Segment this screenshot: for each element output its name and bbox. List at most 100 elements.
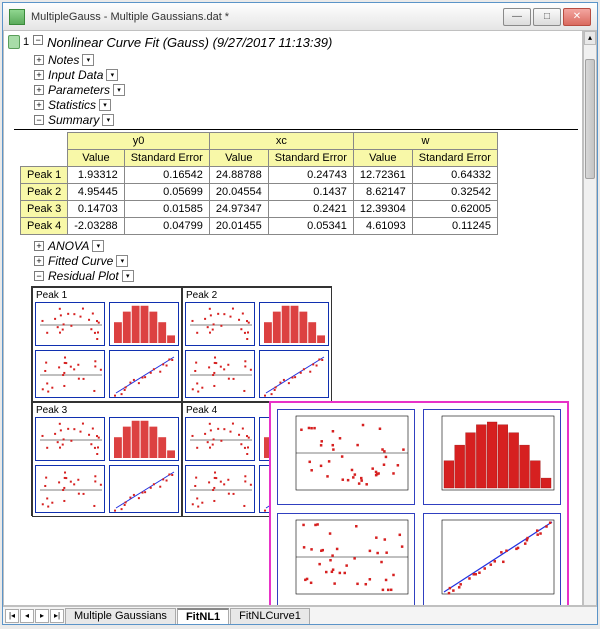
dropdown-icon[interactable]: ▾	[116, 255, 128, 267]
section-anova[interactable]: +ANOVA▾	[34, 239, 578, 253]
cell: 0.1437	[268, 184, 353, 201]
cell: 0.62005	[412, 201, 497, 218]
sheet-tab[interactable]: Multiple Gaussians	[65, 608, 176, 624]
tab-nav-first[interactable]: |◂	[5, 609, 19, 623]
cell: 20.01455	[209, 218, 268, 235]
vertical-scrollbar[interactable]: ▴	[583, 31, 597, 606]
enlarged-residual-panel[interactable]	[269, 401, 569, 606]
section-residual-plot[interactable]: −Residual Plot▾	[34, 269, 578, 283]
plot-title: Peak 3	[34, 404, 180, 417]
mini-plot	[259, 350, 329, 398]
table-row[interactable]: Peak 11.933120.1654224.887880.2474312.72…	[21, 167, 498, 184]
cell: 8.62147	[353, 184, 412, 201]
cell: 0.01585	[124, 201, 209, 218]
dropdown-icon[interactable]: ▾	[106, 69, 118, 81]
mini-plot	[35, 417, 105, 461]
cell: 24.88788	[209, 167, 268, 184]
sheet-tab[interactable]: FitNL1	[177, 608, 229, 624]
collapse-toggle[interactable]: −	[33, 35, 43, 45]
cell: 0.2421	[268, 201, 353, 218]
cell: 0.24743	[268, 167, 353, 184]
content-area: 1 − Nonlinear Curve Fit (Gauss) (9/27/20…	[3, 31, 583, 606]
plot-cell-peak3[interactable]: Peak 3	[32, 402, 182, 517]
mini-plot	[35, 302, 105, 346]
mini-plot	[259, 302, 329, 346]
expand-icon[interactable]: +	[34, 241, 44, 251]
cell: 0.14703	[68, 201, 124, 218]
window-title: MultipleGauss - Multiple Gaussians.dat *	[31, 11, 501, 23]
mini-plot	[109, 302, 179, 346]
scroll-thumb[interactable]	[585, 59, 595, 179]
lock-icon[interactable]	[8, 35, 20, 49]
result-index: 1	[23, 35, 29, 48]
col-group-y0: y0	[68, 133, 210, 150]
dropdown-icon[interactable]: ▾	[82, 54, 94, 66]
plot-title: Peak 1	[34, 289, 180, 302]
tab-nav-prev[interactable]: ◂	[20, 609, 34, 623]
cell: 24.97347	[209, 201, 268, 218]
summary-table: y0 xc w Value Standard Error Value Stand…	[20, 132, 578, 235]
section-input-data[interactable]: +Input Data▾	[34, 68, 578, 82]
titlebar[interactable]: MultipleGauss - Multiple Gaussians.dat *…	[3, 3, 597, 31]
enlarged-qq-plot	[423, 513, 561, 606]
cell: 4.61093	[353, 218, 412, 235]
dropdown-icon[interactable]: ▾	[99, 99, 111, 111]
enlarged-histogram	[423, 409, 561, 505]
plot-cell-peak1[interactable]: Peak 1	[32, 287, 182, 402]
collapse-icon[interactable]: −	[34, 271, 44, 281]
row-label: Peak 4	[21, 218, 68, 235]
tab-nav-last[interactable]: ▸|	[50, 609, 64, 623]
section-statistics[interactable]: +Statistics▾	[34, 98, 578, 112]
dropdown-icon[interactable]: ▾	[102, 114, 114, 126]
scroll-up-icon[interactable]: ▴	[584, 31, 596, 45]
tab-nav-next[interactable]: ▸	[35, 609, 49, 623]
cell: 0.32542	[412, 184, 497, 201]
cell: 1.93312	[68, 167, 124, 184]
table-row[interactable]: Peak 24.954450.0569920.045540.14378.6214…	[21, 184, 498, 201]
dropdown-icon[interactable]: ▾	[122, 270, 134, 282]
cell: -2.03288	[68, 218, 124, 235]
sheet-tab[interactable]: FitNLCurve1	[230, 608, 310, 624]
result-header: 1 − Nonlinear Curve Fit (Gauss) (9/27/20…	[4, 31, 582, 50]
cell: 12.39304	[353, 201, 412, 218]
table-row[interactable]: Peak 4-2.032880.0479920.014550.053414.61…	[21, 218, 498, 235]
dropdown-icon[interactable]: ▾	[92, 240, 104, 252]
expand-icon[interactable]: +	[34, 100, 44, 110]
mini-plot	[109, 465, 179, 513]
sheet-tabs: |◂ ◂ ▸ ▸| Multiple GaussiansFitNL1FitNLC…	[3, 606, 597, 624]
section-fitted-curve[interactable]: +Fitted Curve▾	[34, 254, 578, 268]
mini-plot	[185, 350, 255, 398]
row-label: Peak 3	[21, 201, 68, 218]
row-label: Peak 1	[21, 167, 68, 184]
cell: 0.16542	[124, 167, 209, 184]
mini-plot	[185, 302, 255, 346]
mini-plot	[109, 417, 179, 461]
section-parameters[interactable]: +Parameters▾	[34, 83, 578, 97]
mini-plot	[109, 350, 179, 398]
expand-icon[interactable]: +	[34, 55, 44, 65]
expand-icon[interactable]: +	[34, 85, 44, 95]
dropdown-icon[interactable]: ▾	[113, 84, 125, 96]
cell: 0.11245	[412, 218, 497, 235]
section-notes[interactable]: +Notes▾	[34, 53, 578, 67]
close-button[interactable]: ✕	[563, 8, 591, 26]
app-window: MultipleGauss - Multiple Gaussians.dat *…	[2, 2, 598, 625]
col-group-w: w	[353, 133, 497, 150]
section-summary[interactable]: −Summary▾	[34, 113, 578, 127]
mini-plot	[185, 417, 255, 461]
table-row[interactable]: Peak 30.147030.0158524.973470.242112.393…	[21, 201, 498, 218]
expand-icon[interactable]: +	[34, 70, 44, 80]
cell: 4.95445	[68, 184, 124, 201]
cell: 12.72361	[353, 167, 412, 184]
expand-icon[interactable]: +	[34, 256, 44, 266]
cell: 0.05341	[268, 218, 353, 235]
maximize-button[interactable]: □	[533, 8, 561, 26]
collapse-icon[interactable]: −	[34, 115, 44, 125]
app-icon	[9, 9, 25, 25]
mini-plot	[185, 465, 255, 513]
cell: 0.05699	[124, 184, 209, 201]
row-label: Peak 2	[21, 184, 68, 201]
plot-cell-peak2[interactable]: Peak 2	[182, 287, 332, 402]
minimize-button[interactable]: —	[503, 8, 531, 26]
cell: 20.04554	[209, 184, 268, 201]
